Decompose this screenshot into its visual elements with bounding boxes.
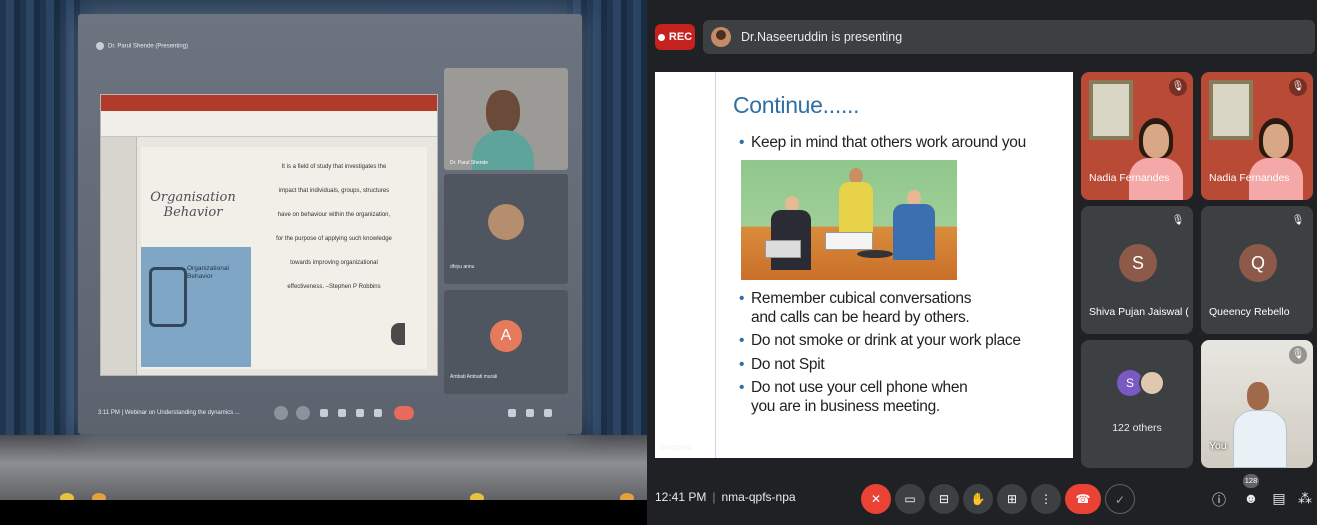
book-cover: Organizational Behavior	[141, 247, 251, 367]
mic-off-icon: 🎙	[1291, 215, 1305, 226]
captions-icon	[320, 409, 328, 417]
call-end-icon[interactable]: ☎	[1065, 484, 1101, 514]
others-tile[interactable]: S 122 others	[1081, 340, 1193, 468]
more-vert-icon[interactable]: ⋮	[1031, 484, 1061, 514]
projected-participant-tile: Dr. Parul Shende	[444, 68, 568, 170]
activities-icon[interactable]: ⁂	[1295, 490, 1315, 507]
participant-name: Nadia Fernandes	[1209, 172, 1290, 184]
hand-icon	[338, 409, 346, 417]
others-count: 122 others	[1112, 422, 1162, 434]
slide-marker	[391, 323, 405, 345]
present-icon[interactable]: ⊞	[997, 484, 1027, 514]
call-end-icon	[394, 406, 414, 420]
meeting-code: nma-qpfs-npa	[721, 490, 796, 504]
bullet-item: Do not Spit	[739, 356, 1021, 375]
participant-avatar	[488, 204, 524, 240]
projector-screen: Dr. Parul Shende (Presenting) Organisati…	[78, 14, 582, 434]
book-shape	[149, 267, 187, 327]
mic-off-icon: 🎙	[1289, 78, 1307, 96]
slide-definition: It is a field of study that investigates…	[276, 164, 392, 290]
participant-face	[486, 90, 520, 134]
participant-name: Queency Rebello	[1209, 306, 1290, 318]
projected-control-bar: 3:11 PM | Webinar on Understanding the d…	[96, 406, 566, 422]
participant-avatar: Q	[1239, 244, 1277, 282]
mic-icon	[274, 406, 288, 420]
presenting-text: Dr.Naseeruddin is presenting	[741, 30, 903, 44]
bottom-bar	[0, 500, 647, 525]
slide-title: Continue......	[733, 92, 860, 118]
book-title: Organizational Behavior	[187, 265, 229, 280]
chat-icon[interactable]: ▤	[1269, 490, 1289, 507]
presenting-banner[interactable]: Dr.Naseeruddin is presenting	[703, 20, 1315, 54]
mic-off-icon: 🎙	[1169, 78, 1187, 96]
chat-icon	[544, 409, 552, 417]
wall-frame	[1089, 80, 1133, 140]
slide-bullets-top: Keep in mind that others work around you	[739, 134, 1026, 153]
people-icon	[526, 409, 534, 417]
raise-hand-icon[interactable]: ✋	[963, 484, 993, 514]
mic-off-icon: 🎙	[1289, 346, 1307, 364]
bullet-item: Do not use your cell phone when you are …	[739, 379, 989, 416]
recording-indicator[interactable]: REC	[655, 24, 695, 50]
mic-off-icon[interactable]: ✕	[861, 484, 891, 514]
participant-name: You	[1209, 440, 1227, 452]
people-icon[interactable]: ☻	[1241, 490, 1261, 506]
app-ribbon	[101, 95, 437, 111]
user-icon	[96, 42, 104, 50]
office-photo	[741, 160, 957, 280]
clock: 12:41 PM	[655, 490, 707, 504]
captions-icon[interactable]: ⊟	[929, 484, 959, 514]
participant-tile[interactable]: 🎙 Nadia Fernandes	[1081, 72, 1193, 200]
bullet-item: Do not smoke or drink at your work place	[739, 332, 1021, 351]
camera-icon[interactable]: ▭	[895, 484, 925, 514]
slide-rule	[715, 72, 716, 458]
bullet-item: Remember cubical conversations and calls…	[739, 290, 989, 327]
presenter-avatar	[711, 27, 731, 47]
participant-tile[interactable]: 🎙 Q Queency Rebello	[1201, 206, 1313, 334]
self-tile[interactable]: 🎙 You	[1201, 340, 1313, 468]
projection-photo: Dr. Parul Shende (Presenting) Organisati…	[0, 0, 647, 525]
present-icon	[356, 409, 364, 417]
more-icon	[374, 409, 382, 417]
participant-avatar: S	[1119, 244, 1157, 282]
meeting-meta: 12:41 PM | nma-qpfs-npa	[655, 490, 796, 504]
projected-participant-tile: A Ambati Ambati murali	[444, 290, 568, 394]
participant-count-badge: 128	[1243, 474, 1259, 488]
camera-icon	[296, 406, 310, 420]
participant-avatar: A	[490, 320, 522, 352]
shared-slide: Continue...... Keep in mind that others …	[655, 72, 1073, 458]
app-toolbar	[101, 111, 437, 137]
projected-presenter-label: Dr. Parul Shende (Presenting)	[96, 42, 188, 50]
curtain-left	[0, 0, 80, 465]
projected-slide: Organisation Behavior Organizational Beh…	[100, 94, 438, 376]
control-bar: 12:41 PM | nma-qpfs-npa ✕ ▭ ⊟ ✋ ⊞ ⋮ ☎ ✓ ⓘ …	[647, 470, 1317, 525]
record-dot-icon	[657, 33, 665, 41]
bullet-item: Keep in mind that others work around you	[739, 134, 1026, 153]
check-icon[interactable]: ✓	[1105, 484, 1135, 514]
slide-pager-icons: ◌◌◌◌◌◌	[659, 443, 694, 452]
others-avatars: S	[1117, 370, 1165, 396]
mic-off-icon: 🎙	[1171, 215, 1185, 226]
meet-window: REC Dr.Naseeruddin is presenting Continu…	[647, 0, 1317, 525]
slide-title: Organisation Behavior	[150, 190, 236, 220]
participant-name: Shiva Pujan Jaiswal (SUSE...	[1089, 306, 1189, 318]
slide-thumbnails	[101, 137, 137, 375]
info-icon	[508, 409, 516, 417]
info-icon[interactable]: ⓘ	[1209, 490, 1229, 510]
participant-tile[interactable]: 🎙 S Shiva Pujan Jaiswal (SUSE...	[1081, 206, 1193, 334]
participant-tile[interactable]: 🎙 Nadia Fernandes	[1201, 72, 1313, 200]
slide-bullets: Remember cubical conversations and calls…	[739, 290, 1021, 417]
wall-frame	[1209, 80, 1253, 140]
participant-name: Nadia Fernandes	[1089, 172, 1170, 184]
slide-content: Organisation Behavior Organizational Beh…	[141, 147, 427, 369]
projected-participant-tile: dhiyu annu	[444, 174, 568, 284]
